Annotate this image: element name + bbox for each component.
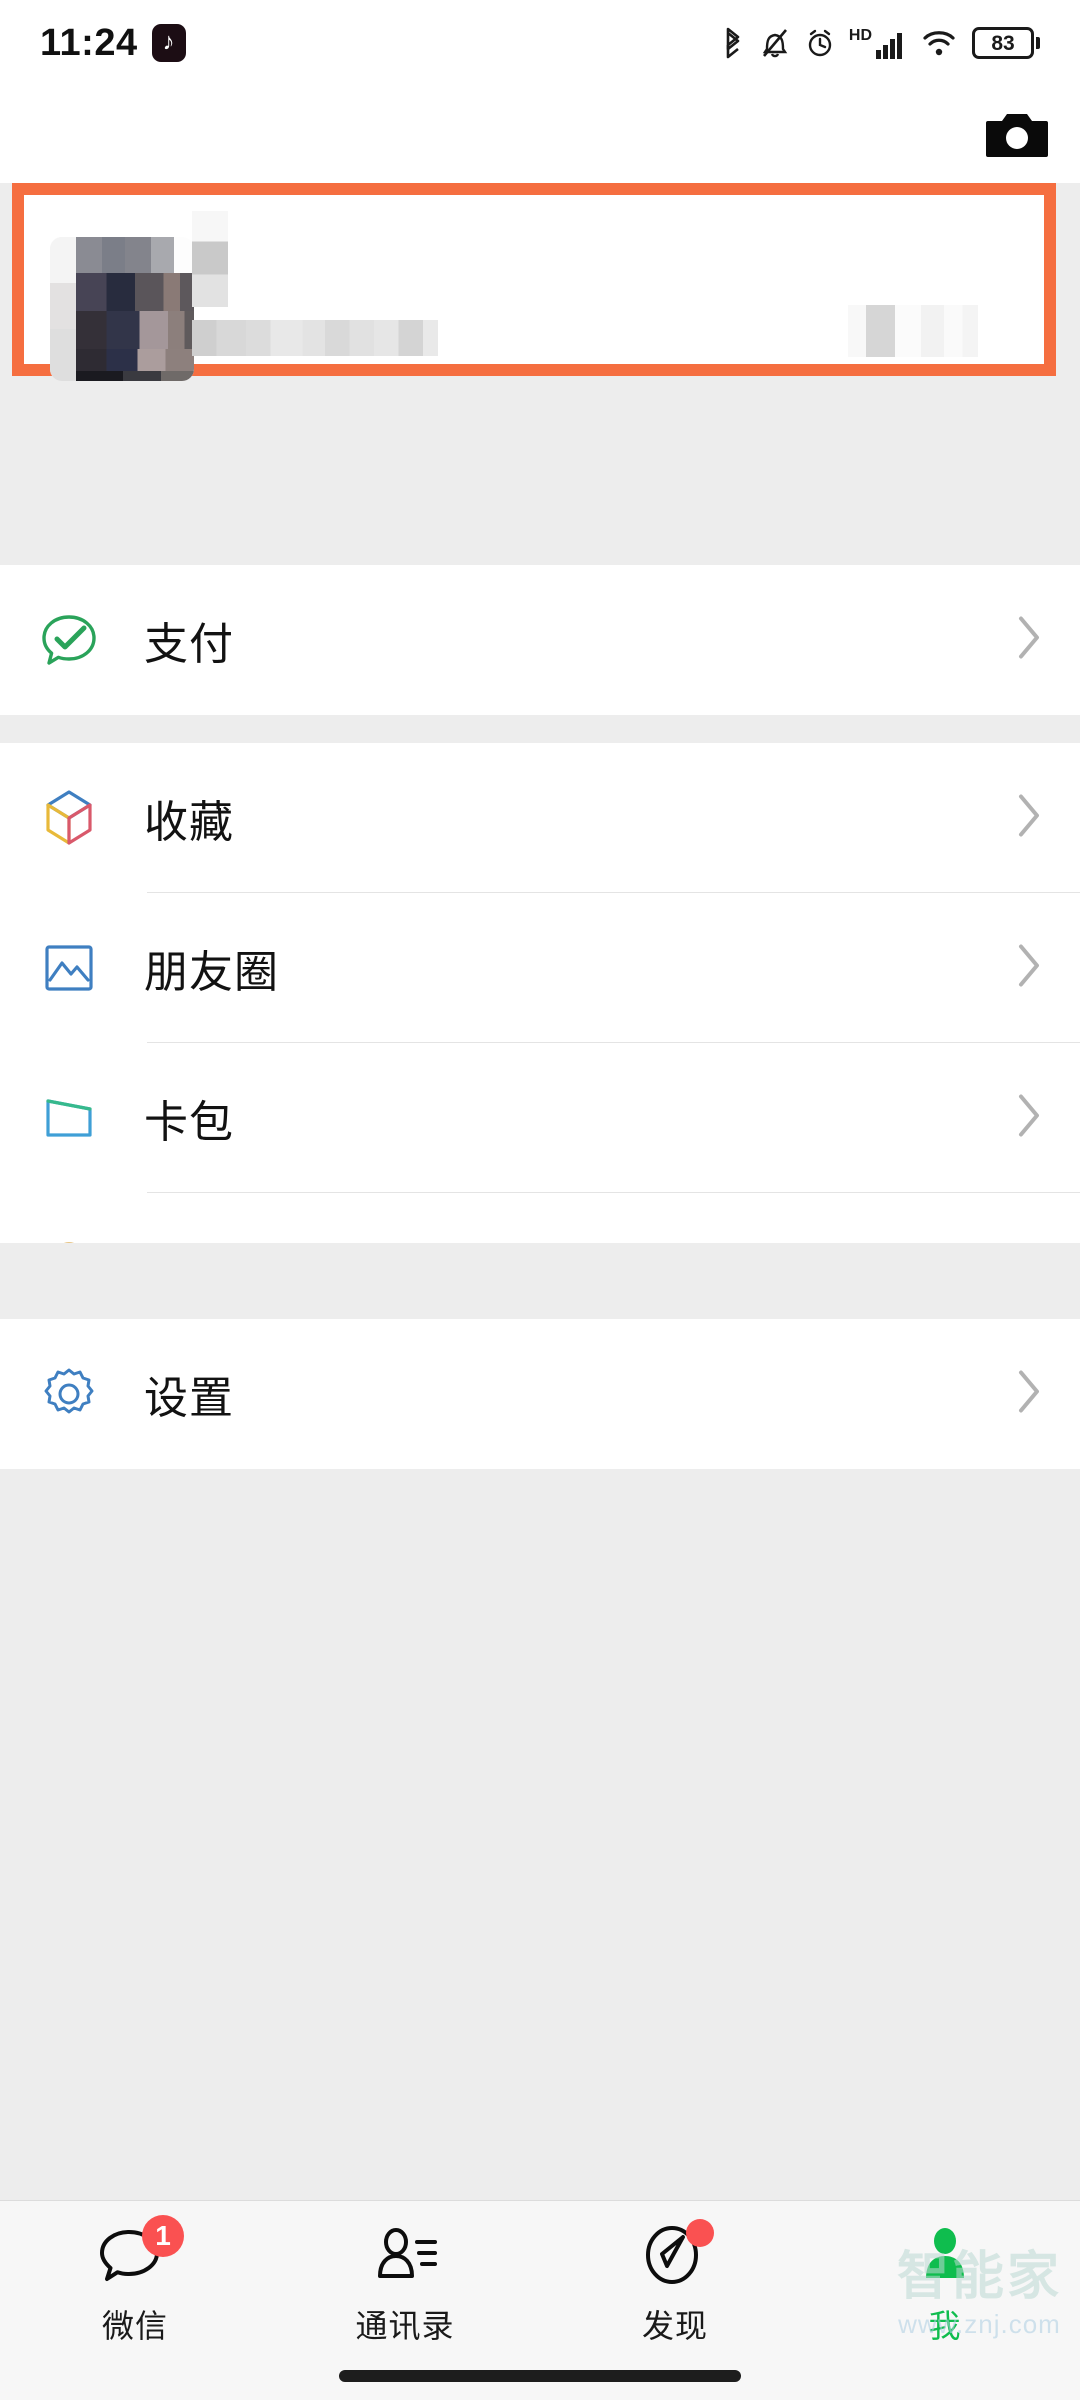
hd-signal-group: HD xyxy=(849,26,908,60)
status-bar-left: 11:24 xyxy=(40,22,186,65)
badge-dot xyxy=(686,2219,714,2247)
mute-bell-icon xyxy=(759,25,791,61)
bottom-tab-bar: 1 微信 通讯录 xyxy=(0,2200,1080,2400)
profile-card[interactable] xyxy=(24,195,1044,364)
qr-code-icon[interactable] xyxy=(848,305,978,357)
status-bar-clock: 11:24 xyxy=(40,22,138,65)
tab-contacts[interactable]: 通讯录 xyxy=(270,2201,540,2353)
status-bar: 11:24 HD xyxy=(0,0,1080,86)
battery-percent: 83 xyxy=(991,33,1014,54)
discover-compass-icon xyxy=(638,2221,712,2291)
section-gap xyxy=(0,1243,1080,1319)
settings-section: 设置 xyxy=(0,1319,1080,1469)
tab-label: 发现 xyxy=(642,2301,708,2347)
chevron-right-icon xyxy=(1016,615,1042,666)
tab-label: 我 xyxy=(928,2301,961,2347)
chevron-right-icon xyxy=(1016,943,1042,994)
cards-wallet-icon xyxy=(36,1085,102,1151)
section-gap xyxy=(0,490,1080,565)
menu-item-cards[interactable]: 卡包 xyxy=(0,1043,1080,1193)
empty-area xyxy=(0,1469,1080,2200)
chevron-right-icon xyxy=(1016,1093,1042,1144)
menu-item-moments[interactable]: 朋友圈 xyxy=(0,893,1080,1043)
pay-section: 支付 xyxy=(0,565,1080,715)
profile-wechat-id xyxy=(192,320,438,356)
phone-screen: 11:24 HD xyxy=(0,0,1080,2400)
section-gap xyxy=(0,715,1080,743)
douyin-icon xyxy=(152,24,186,62)
avatar[interactable] xyxy=(50,237,194,381)
menu-item-label: 设置 xyxy=(144,1362,234,1426)
battery-body: 83 xyxy=(972,27,1034,59)
profile-person-icon xyxy=(908,2221,982,2291)
top-bar xyxy=(0,86,1080,183)
home-indicator xyxy=(339,2370,741,2382)
status-bar-right: HD 83 xyxy=(720,25,1040,61)
menu-item-label: 支付 xyxy=(144,608,234,672)
settings-gear-icon xyxy=(36,1361,102,1427)
tab-label: 通讯录 xyxy=(355,2301,454,2347)
moments-photo-icon xyxy=(36,935,102,1001)
battery-cap xyxy=(1036,37,1040,49)
camera-icon xyxy=(986,109,1048,159)
tab-label: 微信 xyxy=(102,2301,168,2347)
tab-wechat[interactable]: 1 微信 xyxy=(0,2201,270,2353)
pay-bubble-check-icon xyxy=(36,607,102,673)
camera-button[interactable] xyxy=(982,108,1052,160)
signal-bars-icon xyxy=(874,26,908,60)
contacts-icon xyxy=(368,2221,442,2291)
profile-card-highlight xyxy=(12,183,1056,376)
menu-item-label: 收藏 xyxy=(144,786,234,850)
alarm-icon xyxy=(804,25,836,61)
bluetooth-icon xyxy=(720,25,746,61)
menu-item-favorites[interactable]: 收藏 xyxy=(0,743,1080,893)
chat-bubble-icon: 1 xyxy=(98,2221,172,2291)
menu-item-label: 朋友圈 xyxy=(144,936,279,1000)
chevron-right-icon xyxy=(1016,793,1042,844)
chevron-right-icon xyxy=(1016,1369,1042,1420)
wifi-icon xyxy=(921,26,959,60)
tab-discover[interactable]: 发现 xyxy=(540,2201,810,2353)
menu-item-label: 卡包 xyxy=(144,1086,234,1150)
tab-me[interactable]: 我 xyxy=(810,2201,1080,2353)
profile-display-name xyxy=(192,211,228,307)
battery-indicator: 83 xyxy=(972,27,1040,59)
badge-count: 1 xyxy=(142,2215,184,2257)
hd-icon: HD xyxy=(849,28,872,44)
menu-item-pay[interactable]: 支付 xyxy=(0,565,1080,715)
favorites-cube-icon xyxy=(36,785,102,851)
menu-item-settings[interactable]: 设置 xyxy=(0,1319,1080,1469)
